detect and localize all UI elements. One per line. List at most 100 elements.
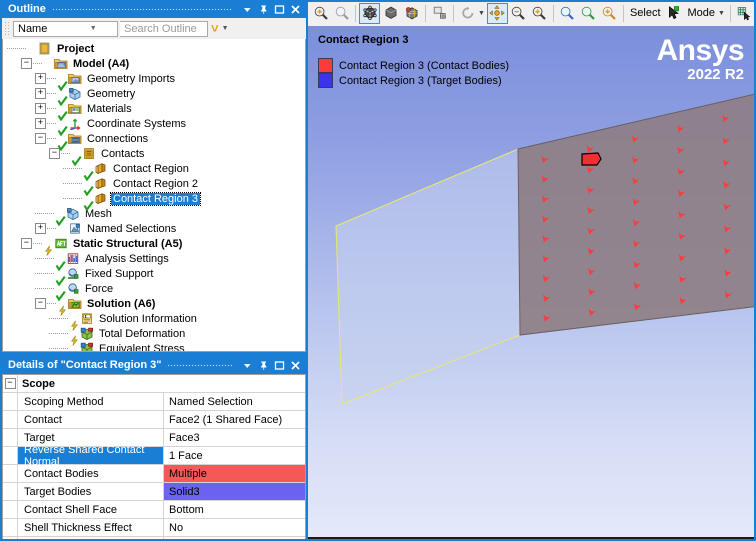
details-category-row[interactable]: − Scope <box>3 375 305 393</box>
static-structural-icon <box>54 237 68 250</box>
details-row-gutter <box>3 483 18 500</box>
details-property-row[interactable]: Reverse Shared Contact Normal 1 Face <box>3 444 305 468</box>
rotate-dropdown-icon[interactable]: ▼ <box>478 10 487 17</box>
caret-down-icon[interactable]: ▼ <box>222 25 229 32</box>
tree-node[interactable]: − Contacts <box>3 146 305 166</box>
outline-dropdown-icon[interactable] <box>239 1 255 17</box>
outline-filter-select[interactable]: Name ▼ <box>13 20 118 37</box>
details-row-gutter <box>3 465 18 482</box>
tree-node[interactable]: Equivalent Stress <box>3 341 305 351</box>
show-vertices-icon[interactable] <box>359 2 380 24</box>
toolbar-grip[interactable] <box>4 21 11 36</box>
details-property-row[interactable]: Target Bodies Solid3 <box>3 483 305 501</box>
tree-node[interactable]: + Named Selections <box>3 221 305 236</box>
tree-node[interactable]: Force <box>3 281 305 301</box>
details-property-name: Target Bodies <box>18 483 164 500</box>
details-property-value[interactable]: Face3 <box>164 429 305 446</box>
tree-expand-icon[interactable]: + <box>35 88 46 99</box>
pan-icon[interactable] <box>486 2 508 24</box>
tree-expand-icon[interactable]: + <box>35 103 46 114</box>
tree-node[interactable]: Total Deformation <box>3 326 305 346</box>
details-property-row[interactable]: Contact Shell Face Bottom <box>3 501 305 519</box>
show-mesh-icon[interactable] <box>401 3 422 24</box>
details-property-value[interactable]: Multiple <box>164 465 305 482</box>
outline-maximize-icon[interactable] <box>271 1 287 17</box>
tree-expand-icon[interactable]: + <box>35 73 46 84</box>
tree-node[interactable]: Solution Information <box>3 311 305 331</box>
search-outline-input[interactable]: Search Outline <box>120 20 208 37</box>
tree-node[interactable]: − Static Structural (A5) <box>3 236 305 256</box>
tree-node[interactable]: Mesh <box>3 206 305 226</box>
tree-node-label: Contact Region <box>113 162 189 175</box>
outline-title: Outline <box>8 3 46 15</box>
tree-expand-icon[interactable]: + <box>35 223 46 234</box>
select-label[interactable]: Select <box>627 7 664 19</box>
details-property-row[interactable]: Contact Face2 (1 Shared Face) <box>3 411 305 429</box>
legend-color-swatch <box>318 58 333 73</box>
magnifier-icon[interactable] <box>331 3 352 24</box>
tree-node[interactable]: Contact Region <box>3 161 305 181</box>
tree-connector <box>7 47 26 50</box>
rotate-icon[interactable] <box>457 3 478 24</box>
tree-node[interactable]: − Solution (A6) <box>3 296 305 316</box>
details-maximize-icon[interactable] <box>271 357 287 373</box>
tree-collapse-icon[interactable]: − <box>21 58 32 69</box>
details-property-value[interactable]: Face2 (1 Shared Face) <box>164 411 305 428</box>
tree-node[interactable]: + Geometry <box>3 86 305 106</box>
mode-label[interactable]: Mode <box>685 7 719 19</box>
tree-node[interactable]: Contact Region 3 <box>3 191 305 211</box>
details-dropdown-icon[interactable] <box>239 357 255 373</box>
3d-viewport[interactable]: Contact Region 3 Contact Region 3 (Conta… <box>308 26 756 539</box>
tree-node[interactable]: + Geometry Imports <box>3 71 305 91</box>
graphics-area: ▼SelectMode▼»▼ Contact Region 3 Contact … <box>308 0 756 541</box>
toolbar-separator <box>622 4 624 22</box>
details-property-value[interactable]: No <box>164 537 305 541</box>
toolbar-separator <box>552 4 554 22</box>
box-zoom-icon[interactable] <box>529 3 550 24</box>
mode-dropdown-icon[interactable]: ▼ <box>718 10 727 17</box>
expand-all-icon[interactable]: ˅ <box>210 22 220 35</box>
zoom-orange-icon[interactable] <box>599 3 620 24</box>
tree-node[interactable]: Project <box>3 41 305 56</box>
zoom-to-fit2-icon[interactable] <box>557 3 578 24</box>
tree-collapse-icon[interactable]: − <box>35 133 46 144</box>
ansys-logo: Ansys 2022 R2 <box>656 36 744 84</box>
details-property-value[interactable]: 1 Face <box>164 447 305 464</box>
tree-collapse-icon[interactable]: − <box>21 238 32 249</box>
category-collapse-icon[interactable]: − <box>3 375 18 392</box>
tree-node[interactable]: + Materials <box>3 101 305 121</box>
tree-node[interactable]: Fixed Support <box>3 266 305 286</box>
details-property-row[interactable]: ProtectedNo <box>3 537 305 541</box>
details-property-value[interactable]: Solid3 <box>164 483 305 500</box>
random-colors-icon[interactable] <box>429 3 450 24</box>
tree-node[interactable]: − Model (A4) <box>3 56 305 71</box>
details-pin-icon[interactable] <box>255 357 271 373</box>
tree-node-label: Static Structural (A5) <box>73 237 183 250</box>
details-property-value[interactable]: Named Selection <box>164 393 305 410</box>
zoom-green-icon[interactable] <box>578 3 599 24</box>
viewport-bottom-border <box>308 537 756 539</box>
tree-connector <box>63 182 82 185</box>
tree-node[interactable]: + Coordinate Systems <box>3 116 305 136</box>
details-property-value[interactable]: Bottom <box>164 501 305 518</box>
tree-connector <box>47 77 56 80</box>
details-close-icon[interactable] <box>287 357 303 373</box>
zoom-icon[interactable] <box>508 3 529 24</box>
selection-filter-icon[interactable] <box>734 3 755 24</box>
wireframe-icon[interactable] <box>380 3 401 24</box>
details-property-row[interactable]: Contact Bodies Multiple <box>3 465 305 483</box>
cursor-mode-icon[interactable] <box>664 3 685 24</box>
details-property-grid[interactable]: − Scope Scoping Method Named Selection Conta… <box>2 374 306 541</box>
tree-expand-icon[interactable]: + <box>35 118 46 129</box>
tree-collapse-icon[interactable]: − <box>35 298 46 309</box>
outline-pin-icon[interactable] <box>255 1 271 17</box>
details-property-row[interactable]: Shell Thickness Effect No <box>3 519 305 537</box>
outline-titlebar: Outline <box>2 0 306 18</box>
outline-close-icon[interactable] <box>287 1 303 17</box>
tree-node[interactable]: − Connections <box>3 131 305 151</box>
tree-node[interactable]: Contact Region 2 <box>3 176 305 196</box>
outline-tree[interactable]: Project − Model (A4) + Geometry Imports + Geom… <box>2 39 306 352</box>
details-property-row[interactable]: Scoping Method Named Selection <box>3 393 305 411</box>
zoom-to-fit-icon[interactable] <box>310 3 331 24</box>
details-property-value[interactable]: No <box>164 519 305 536</box>
